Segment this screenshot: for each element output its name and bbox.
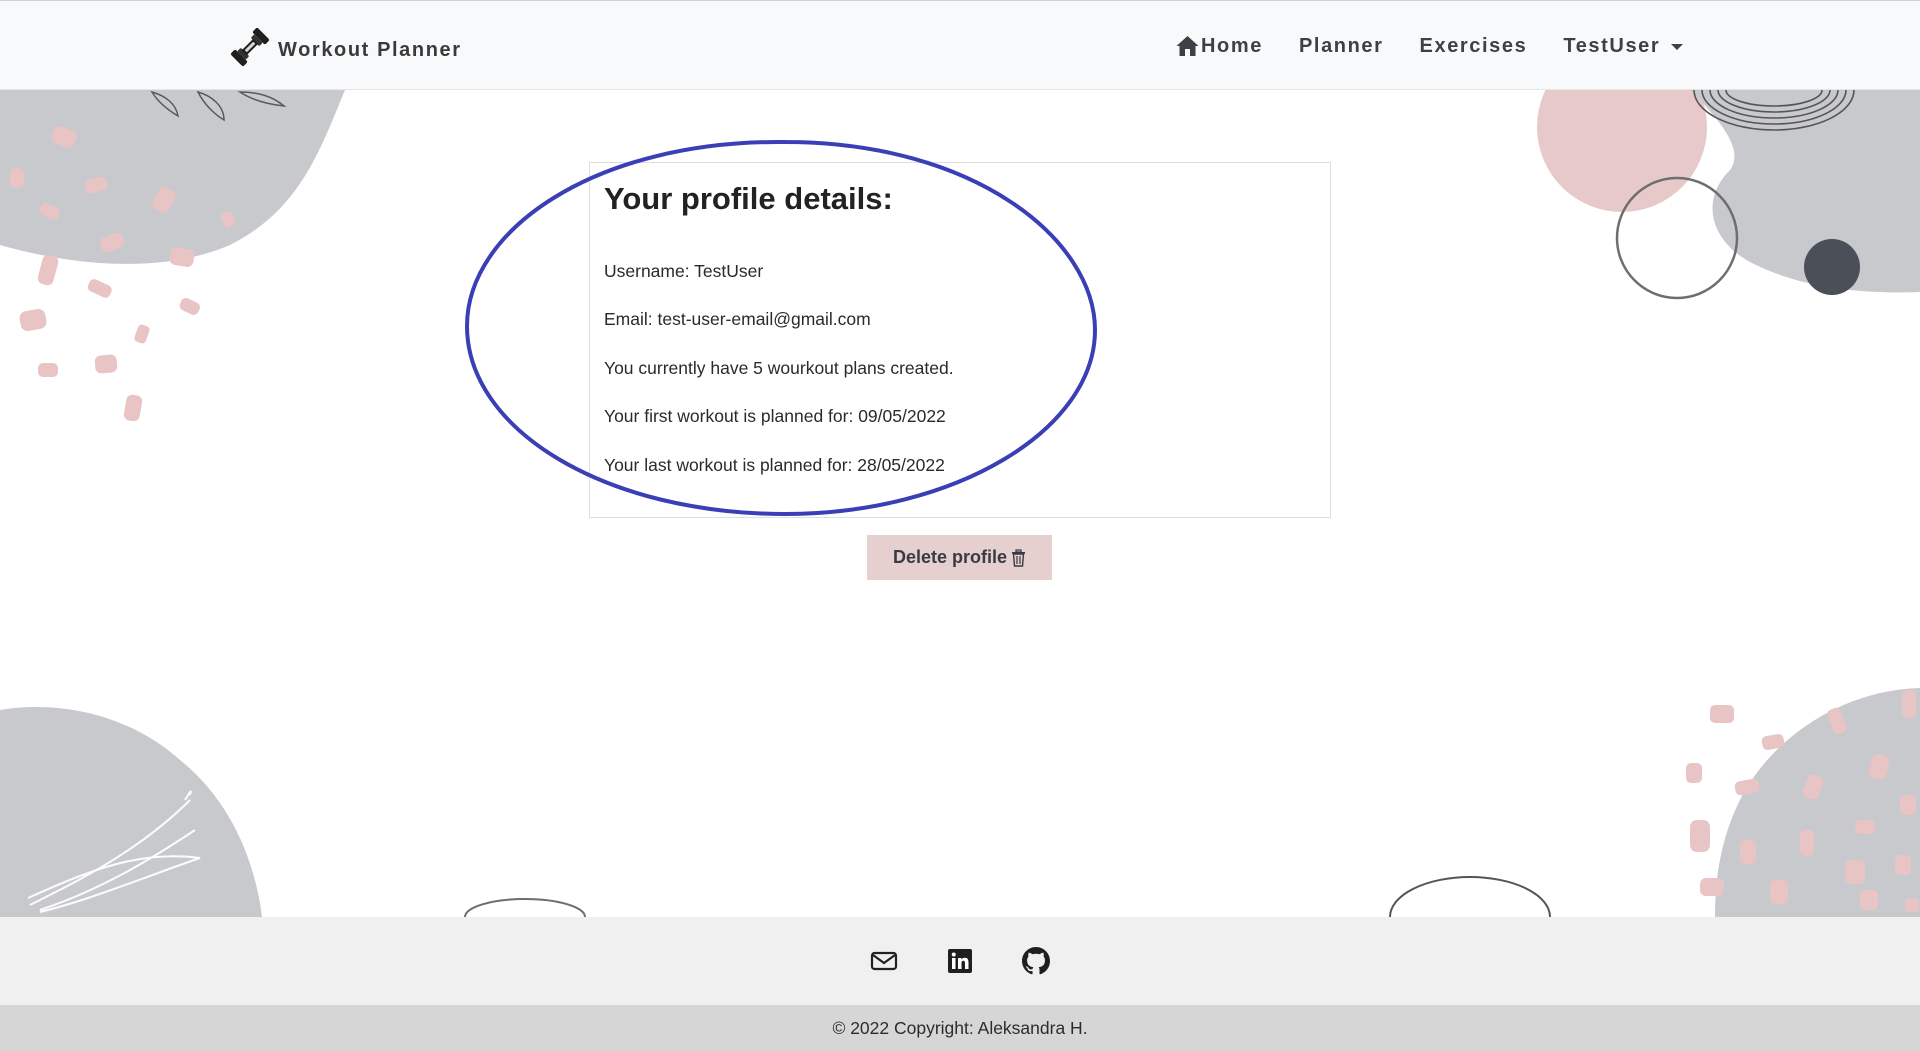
copyright-text: © 2022 Copyright: Aleksandra H. <box>832 1017 1088 1038</box>
linkedin-link[interactable] <box>945 946 975 976</box>
github-icon <box>1022 947 1050 975</box>
nav-links: Home Planner Exercises TestUser <box>1175 31 1684 61</box>
nav-home-label: Home <box>1201 34 1263 57</box>
dumbbell-icon <box>231 28 269 66</box>
nav-exercises[interactable]: Exercises <box>1420 35 1528 58</box>
profile-title: Your profile details: <box>604 181 893 216</box>
brand-link[interactable]: Workout Planner <box>228 25 462 69</box>
top-left-blob <box>0 90 345 264</box>
profile-username: Username: TestUser <box>604 261 764 281</box>
brand-name: Workout Planner <box>278 38 462 61</box>
trash-icon <box>1012 548 1026 567</box>
bottom-left-blob <box>0 707 262 917</box>
caret-down-icon <box>1671 43 1684 50</box>
profile-plan-count: You currently have 5 wourkout plans crea… <box>604 358 954 378</box>
nav-planner-label: Planner <box>1298 34 1384 57</box>
background-decoration <box>0 42 1920 918</box>
home-icon <box>1176 36 1199 56</box>
dark-dot <box>1804 239 1860 295</box>
envelope-icon <box>870 951 898 971</box>
github-link[interactable] <box>1021 946 1051 976</box>
outline-circle-top-right <box>1615 176 1739 300</box>
delete-profile-label: Delete profile <box>892 547 1008 567</box>
navbar: Workout Planner Home Planner Exercises T… <box>0 0 1920 90</box>
profile-card: Your profile details: Username: TestUser… <box>589 162 1331 518</box>
nav-planner[interactable]: Planner <box>1299 35 1384 58</box>
email-link[interactable] <box>869 946 899 976</box>
copyright-bar: © 2022 Copyright: Aleksandra H. <box>0 1005 1920 1051</box>
bottom-right-blob <box>1715 688 1920 917</box>
profile-first-workout: Your first workout is planned for: 09/05… <box>604 406 946 426</box>
footer-social-bar <box>0 917 1920 1005</box>
profile-last-workout: Your last workout is planned for: 28/05/… <box>604 455 945 475</box>
user-menu-label: TestUser <box>1563 34 1661 57</box>
profile-email: Email: test-user-email@gmail.com <box>604 309 871 329</box>
delete-profile-button[interactable]: Delete profile <box>867 535 1052 580</box>
user-menu-dropdown[interactable]: TestUser <box>1563 34 1684 58</box>
bottom-left-arc <box>464 898 586 918</box>
nav-exercises-label: Exercises <box>1419 34 1528 57</box>
nav-home[interactable]: Home <box>1175 35 1263 58</box>
linkedin-icon <box>948 949 972 973</box>
bottom-right-arc <box>1389 876 1551 918</box>
page: Workout Planner Home Planner Exercises T… <box>0 0 1920 1051</box>
